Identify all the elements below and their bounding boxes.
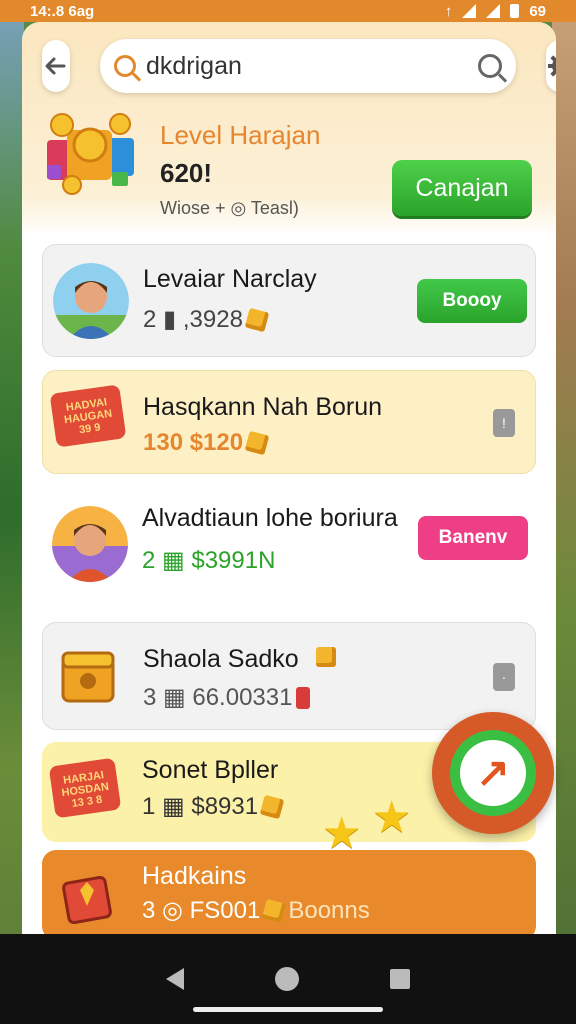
item-title: Hasqkann Nah Borun <box>143 393 383 421</box>
list-item[interactable]: Alvadtiaun lohe boriura 2 ▦ $3991N Banen… <box>42 488 536 600</box>
level-action-button[interactable]: Canajan <box>392 160 532 216</box>
nav-back-icon[interactable] <box>165 968 184 990</box>
nav-home-icon[interactable] <box>274 967 299 991</box>
search-icon <box>114 55 136 77</box>
battery-icon <box>510 4 520 18</box>
chest-icon <box>61 651 115 703</box>
battery-level: 69 <box>529 2 546 20</box>
wifi-icon <box>486 4 501 18</box>
signal-icon <box>462 4 477 18</box>
level-title: Level Harajan <box>160 120 321 150</box>
cube-icon <box>262 898 287 923</box>
back-arrow-icon <box>45 57 66 75</box>
gear-icon <box>548 55 556 77</box>
item-meta: 2 ▮ ,3928 <box>143 305 270 334</box>
item-meta: 3 ▦ 66.00331 <box>143 683 311 712</box>
level-value: 620! <box>160 158 213 188</box>
nav-recent-icon[interactable] <box>390 969 411 989</box>
play-button[interactable]: ↗ <box>432 712 554 834</box>
top-bar <box>42 38 556 94</box>
play-button-ring: ↗ <box>450 730 536 816</box>
search-input[interactable] <box>146 51 468 81</box>
background-left <box>0 0 24 1024</box>
item-title: Alvadtiaun lohe boriura <box>142 504 398 532</box>
item-title: Levaiar Narclay <box>143 265 317 293</box>
avatar <box>53 263 129 339</box>
item-title: Hadkains <box>142 862 247 890</box>
item-meta: 130 $120 <box>143 429 270 457</box>
more-button[interactable]: ! <box>493 409 515 437</box>
level-card: Level Harajan 620! Wiose + ◎ Teasl) Cana… <box>42 110 536 225</box>
play-arrow-icon: ↗ <box>460 740 526 806</box>
badge-icon: HADVAI HAUGAN 39 9 <box>49 384 127 448</box>
more-button[interactable]: · <box>493 663 515 691</box>
home-indicator <box>193 1007 383 1012</box>
item-meta: 2 ▦ $3991N <box>142 547 276 574</box>
level-subtitle: Wiose + ◎ Teasl) <box>160 198 299 218</box>
star-icon: ★ <box>372 793 412 842</box>
upload-icon: ↑ <box>444 2 453 20</box>
list-item[interactable]: Hadkains 3 ◎ FS001 Boonns <box>42 850 536 934</box>
cube-icon <box>244 307 270 332</box>
settings-button[interactable] <box>546 40 556 92</box>
status-bar: 14:.8 6ag ↑ 69 <box>0 0 576 22</box>
item-meta: 1 ▦ $8931 <box>142 792 285 821</box>
list-item[interactable]: Shaola Sadko 3 ▦ 66.00331 · <box>42 622 536 730</box>
cube-icon <box>315 647 336 667</box>
cube-icon <box>244 430 270 456</box>
item-title: Shaola Sadko <box>143 645 336 674</box>
item-action-button[interactable]: Banenv <box>418 516 528 560</box>
avatar <box>52 506 128 582</box>
treasure-icon <box>47 113 134 195</box>
search-bar[interactable] <box>100 39 516 93</box>
item-action-button[interactable]: Boooy <box>417 279 527 323</box>
star-icon: ★ <box>322 809 362 858</box>
back-button[interactable] <box>42 40 70 92</box>
gift-icon <box>62 875 112 925</box>
item-meta: 3 ◎ FS001 Boonns <box>142 896 370 925</box>
cube-icon <box>259 794 285 819</box>
status-icons: ↑ 69 <box>445 3 546 20</box>
list-item[interactable]: HADVAI HAUGAN 39 9 Hasqkann Nah Borun 13… <box>42 370 536 474</box>
status-time: 14:.8 6ag <box>30 2 95 20</box>
badge-icon: HARJAI HOSDAN 13 3 8 <box>48 757 122 819</box>
clear-search-icon[interactable] <box>478 54 502 78</box>
gem-icon <box>296 686 311 709</box>
list-item[interactable]: Levaiar Narclay 2 ▮ ,3928 Boooy <box>42 244 536 357</box>
item-title: Sonet Bpller <box>142 756 279 784</box>
